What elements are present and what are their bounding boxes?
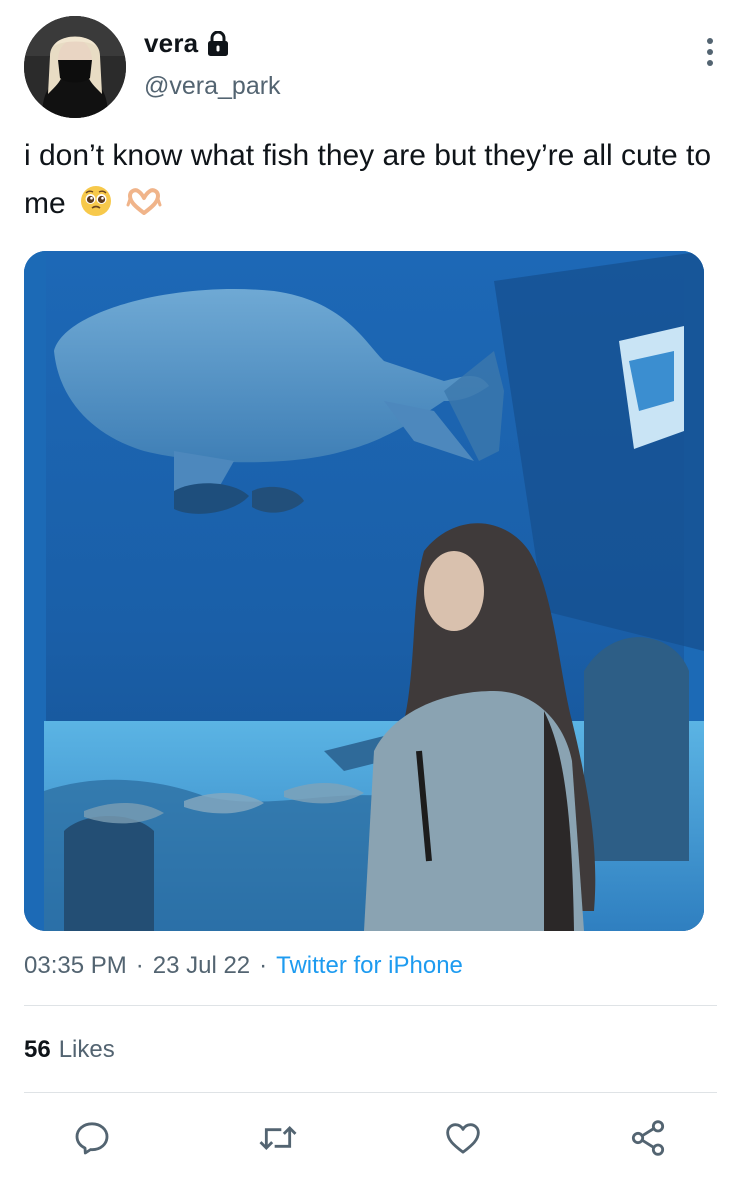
name-row: vera [144, 28, 230, 59]
action-bar [0, 1116, 741, 1166]
heart-icon[interactable] [441, 1116, 485, 1160]
divider [24, 1005, 717, 1006]
likes-stat[interactable]: 56 Likes [24, 1036, 115, 1064]
likes-count: 56 [24, 1036, 51, 1063]
heart-hands-emoji [126, 184, 162, 232]
tweet-header: vera @vera_park [24, 16, 724, 120]
display-name[interactable]: vera [144, 28, 198, 59]
share-icon[interactable] [626, 1116, 670, 1160]
pleading-face-emoji [80, 184, 112, 232]
tweet-photo[interactable] [24, 251, 704, 931]
divider [24, 1092, 717, 1093]
tweet-source-link[interactable]: Twitter for iPhone [276, 952, 463, 980]
meta-separator-2: · [259, 952, 268, 979]
tweet-date[interactable]: 23 Jul 22 [153, 952, 250, 980]
meta-separator: · [135, 952, 144, 979]
tweet-meta: 03:35 PM · 23 Jul 22 · Twitter for iPhon… [24, 952, 463, 980]
reply-icon[interactable] [70, 1116, 114, 1160]
retweet-icon[interactable] [256, 1116, 300, 1160]
avatar[interactable] [24, 16, 126, 118]
more-options-icon[interactable] [696, 34, 724, 70]
user-handle[interactable]: @vera_park [144, 72, 281, 101]
tweet-text: i don’t know what fish they are but they… [24, 132, 714, 232]
lock-icon [206, 30, 230, 57]
tweet-time[interactable]: 03:35 PM [24, 952, 127, 980]
likes-label: Likes [58, 1036, 115, 1063]
